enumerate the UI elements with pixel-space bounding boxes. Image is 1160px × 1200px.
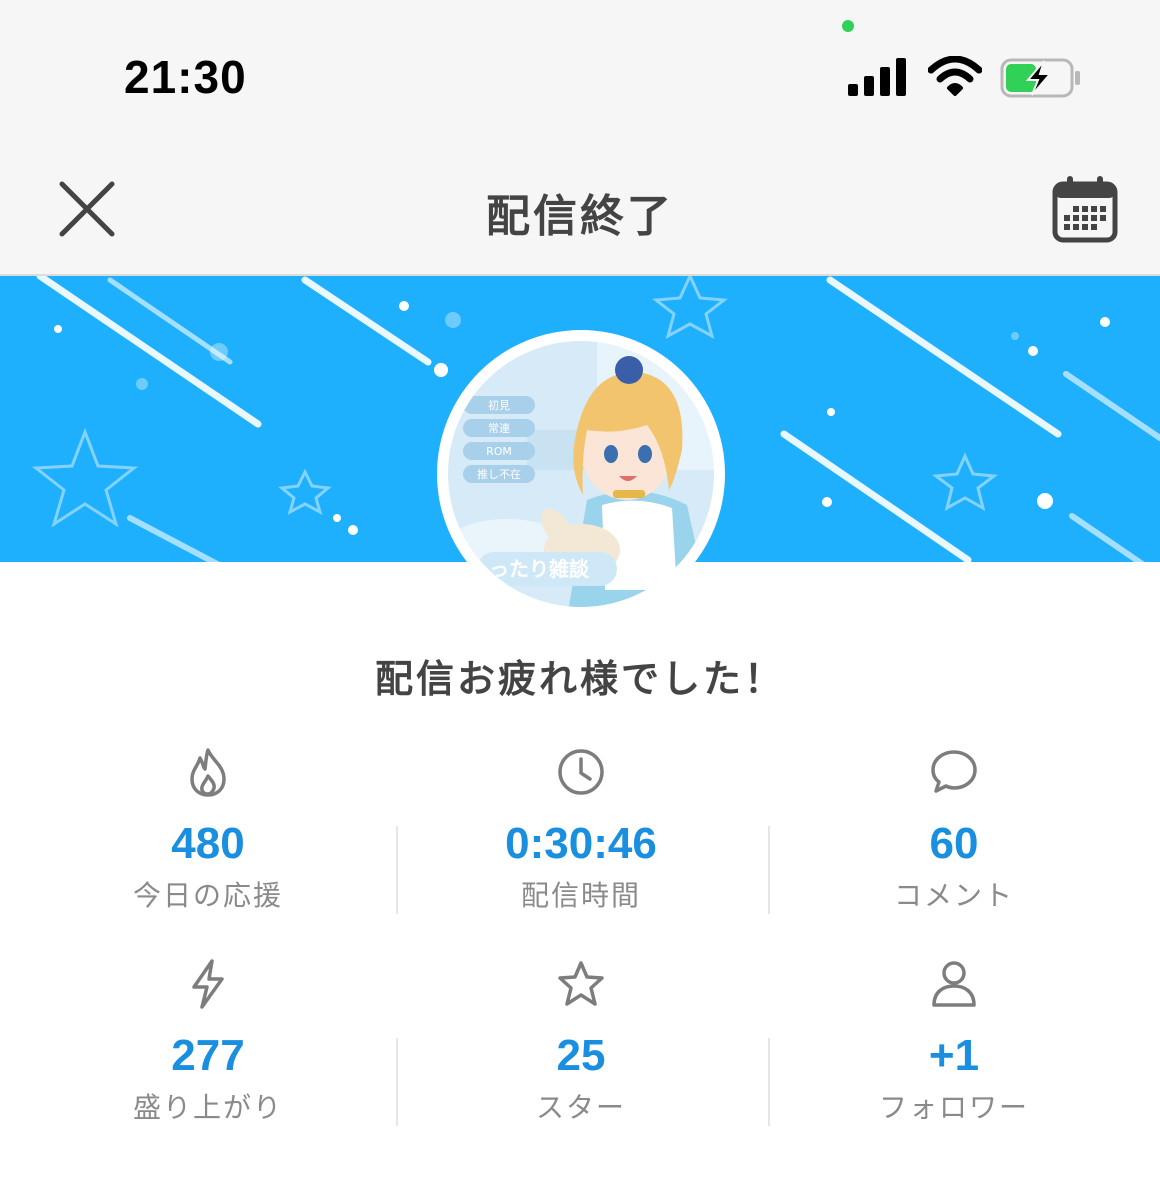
wifi-icon (928, 56, 982, 96)
status-bar: 21:30 (0, 0, 1160, 150)
stat-label: 今日の応援 (132, 879, 283, 912)
page-title: 配信終了 (486, 191, 674, 242)
stat-cheer: 480 今日の応援 (22, 746, 394, 914)
avatar-tag: ROM (486, 445, 512, 458)
stat-duration: 0:30:46 配信時間 (395, 746, 767, 914)
stat-value: 480 (171, 819, 245, 868)
stat-label: 配信時間 (520, 879, 641, 912)
calendar-icon[interactable] (1052, 174, 1118, 244)
comment-icon (931, 750, 977, 793)
clock-icon (558, 749, 604, 795)
star-icon (558, 961, 604, 1006)
avatar-tag: 常連 (488, 421, 510, 435)
status-time: 21:30 (124, 51, 247, 103)
signal-icon (848, 58, 906, 96)
avatar-tag: 初見 (488, 398, 510, 412)
stat-label: 盛り上がり (132, 1091, 283, 1124)
avatar-tag: 推し不在 (477, 467, 521, 481)
lightning-icon (192, 959, 224, 1009)
navigation-bar: 配信終了 (0, 150, 1160, 276)
user-icon (932, 961, 976, 1007)
stat-stars: 25 スター (395, 958, 767, 1126)
stat-label: コメント (893, 879, 1014, 912)
stat-value: 277 (171, 1031, 245, 1080)
completion-message: 配信お疲れ様でした！ (374, 657, 785, 701)
avatar-caption: ったり雑談 (489, 557, 590, 581)
battery-charging-icon (1000, 58, 1080, 98)
stat-followers: +1 フォロワー (768, 958, 1140, 1126)
flame-icon (190, 748, 226, 797)
stat-label: フォロワー (878, 1091, 1029, 1124)
camera-indicator (842, 20, 854, 32)
stat-label: スター (535, 1091, 626, 1124)
stat-value: +1 (928, 1031, 980, 1080)
stat-value: 60 (929, 819, 979, 868)
stat-excitement: 277 盛り上がり (22, 958, 394, 1126)
avatar: 初見 常連 ROM 推し不在 ったり雑談 (437, 330, 725, 618)
stat-value: 25 (556, 1031, 606, 1080)
stat-comments: 60 コメント (768, 746, 1140, 914)
stat-value: 0:30:46 (505, 819, 657, 868)
